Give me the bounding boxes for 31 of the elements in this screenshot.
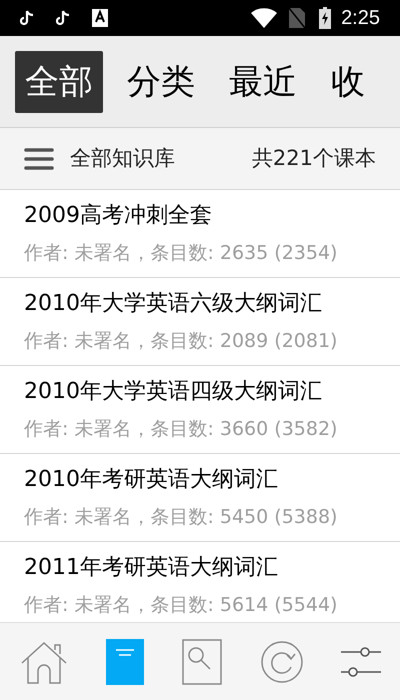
battery-charging-icon bbox=[319, 7, 332, 29]
textbook-title: 2009高考冲刺全套 bbox=[24, 202, 212, 230]
textbook-title: 2010年考研英语大纲词汇 bbox=[24, 466, 278, 494]
category-tab[interactable]: 最近 bbox=[219, 50, 307, 112]
textbook-row[interactable]: 2009高考冲刺全套 作者: 未署名，条目数: 2635 (2354) bbox=[0, 190, 400, 278]
textbook-meta: 作者: 未署名，条目数: 5614 (5544) bbox=[24, 593, 338, 618]
keyboard-letter-icon bbox=[92, 9, 108, 27]
category-tab[interactable]: 分类 bbox=[117, 50, 205, 112]
textbook-row[interactable]: 2010年考研英语大纲词汇 作者: 未署名，条目数: 5450 (5388) bbox=[0, 454, 400, 542]
textbook-title: 2011年考研英语大纲词汇 bbox=[24, 554, 278, 582]
textbook-title: 2010年大学英语六级大纲词汇 bbox=[24, 290, 322, 318]
music-note-icon bbox=[20, 10, 34, 26]
document-icon[interactable] bbox=[106, 638, 144, 684]
textbook-meta: 作者: 未署名，条目数: 2089 (2081) bbox=[24, 329, 338, 354]
no-sim-icon bbox=[289, 8, 306, 28]
textbook-count: 共221个课本 bbox=[252, 144, 376, 172]
wifi-icon bbox=[251, 8, 278, 28]
textbook-meta: 作者: 未署名，条目数: 3660 (3582) bbox=[24, 417, 338, 442]
textbook-row[interactable]: 2010年大学英语四级大纲词汇 作者: 未署名，条目数: 3660 (3582) bbox=[0, 366, 400, 454]
textbook-title: 2010年大学英语四级大纲词汇 bbox=[24, 378, 322, 406]
magnifier-icon[interactable] bbox=[182, 638, 222, 684]
refresh-icon[interactable] bbox=[260, 640, 304, 684]
category-tab[interactable]: 收 bbox=[321, 50, 375, 112]
category-tab[interactable]: 全部 bbox=[15, 50, 103, 112]
textbook-meta: 作者: 未署名，条目数: 2635 (2354) bbox=[24, 241, 338, 266]
status-time: 2:25 bbox=[341, 6, 380, 31]
menu-icon[interactable] bbox=[24, 146, 54, 170]
music-note-icon bbox=[56, 10, 70, 26]
textbook-row[interactable]: 2010年大学英语六级大纲词汇 作者: 未署名，条目数: 2089 (2081) bbox=[0, 278, 400, 366]
textbook-meta: 作者: 未署名，条目数: 5450 (5388) bbox=[24, 505, 338, 530]
library-title: 全部知识库 bbox=[70, 144, 175, 172]
